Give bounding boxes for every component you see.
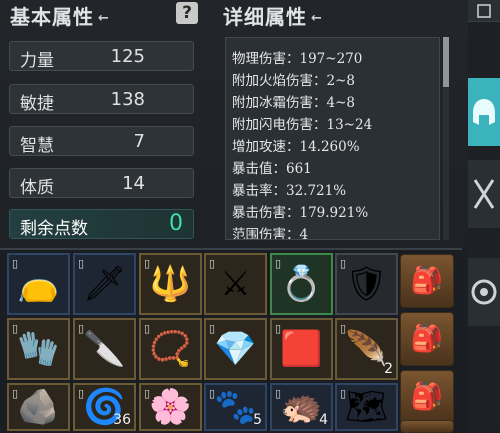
item-count: 2	[384, 361, 393, 377]
inventory-slot[interactable]: ▯ 🦔 4	[270, 383, 333, 431]
lock-icon: ▯	[144, 257, 151, 270]
inventory-slot[interactable]: ▯ 🗡	[73, 253, 136, 315]
detail-line: 物理伤害：197~270	[232, 51, 363, 67]
inventory-slot[interactable]: ▯ 💍	[270, 253, 333, 315]
lock-icon: ▯	[209, 387, 216, 400]
basic-attributes-title: 基本属性 ←	[10, 1, 110, 30]
remaining-points-value: 0	[169, 211, 183, 236]
stat-value: 138	[110, 89, 145, 110]
detail-scrollbar[interactable]	[443, 37, 449, 240]
help-button[interactable]: ?	[176, 2, 198, 24]
remaining-points-row: 剩余点数 0	[9, 209, 194, 239]
detail-line: 附加闪电伤害：13~24	[232, 117, 373, 133]
basic-attributes-arrow-icon: ←	[98, 11, 110, 26]
stat-row-constitution: 体质 14	[9, 168, 194, 198]
stat-label: 体质	[20, 178, 54, 198]
lock-icon: ▯	[209, 322, 216, 335]
gem-icon: 💎	[214, 329, 257, 369]
inventory-slot[interactable]: ▯ 📿	[139, 318, 202, 380]
bag-icon[interactable]	[400, 420, 454, 433]
remaining-points-label: 剩余点数	[20, 219, 88, 239]
detail-attributes-list[interactable]: 物理伤害：197~270 附加火焰伤害：2~8 附加冰霜伤害：4~8 附加闪电伤…	[225, 37, 440, 240]
detail-attributes-title-text: 详细属性	[223, 5, 307, 29]
detail-line: 增加攻速：14.260%	[232, 139, 360, 155]
lock-icon: ▯	[209, 257, 216, 270]
detail-line: 范围伤害：4	[232, 227, 309, 240]
lock-icon: ▯	[340, 322, 347, 335]
stat-value: 125	[110, 46, 145, 67]
stat-row-agility: 敏捷 138	[9, 84, 194, 114]
stat-label: 敏捷	[20, 94, 54, 114]
item-count: 4	[319, 412, 328, 428]
inventory-slot[interactable]: ▯ 🐾 5	[204, 383, 267, 431]
map-icon: 🗺	[344, 387, 389, 427]
ore-icon: 🪨	[17, 387, 60, 427]
inventory-slot[interactable]: ▯ 👝	[7, 253, 70, 315]
detail-line: 暴击率：32.721%	[232, 183, 347, 199]
lock-icon: ▯	[275, 322, 282, 335]
feather-icon: 🪶	[345, 329, 388, 369]
inventory-slot[interactable]: ▯ ⚔	[204, 253, 267, 315]
amulet-icon: 📿	[149, 329, 192, 369]
staff-icon: 🔱	[149, 264, 192, 304]
inventory-slot[interactable]: ▯ 🌸	[139, 383, 202, 431]
bag-icon[interactable]: 🎒	[400, 370, 454, 424]
detail-line: 暴击值：661	[232, 161, 312, 177]
inventory-slot[interactable]: ▯ 🪶 2	[335, 318, 398, 380]
lock-icon: ▯	[340, 257, 347, 270]
lock-icon: ▯	[78, 257, 85, 270]
detail-line: 附加火焰伤害：2~8	[232, 73, 355, 89]
inventory-slot[interactable]: ▯ 🗺	[335, 383, 398, 431]
inventory-slot[interactable]: ▯ 💎	[204, 318, 267, 380]
flower-icon: 🌸	[149, 387, 192, 427]
lock-icon: ▯	[78, 387, 85, 400]
close-icon[interactable]	[468, 0, 500, 22]
inventory-slot[interactable]: ▯ 🔪	[73, 318, 136, 380]
armor-icon: 🛡	[344, 264, 389, 304]
stat-label: 力量	[20, 51, 54, 71]
detail-attributes-arrow-icon: ←	[311, 11, 323, 26]
bag-icon[interactable]: 🎒	[400, 312, 454, 366]
basic-attributes-title-text: 基本属性	[10, 5, 94, 29]
dagger-icon: 🔪	[83, 329, 126, 369]
lock-icon: ▯	[78, 322, 85, 335]
claw-weapon-icon: ⚔	[220, 264, 251, 304]
item-count: 5	[253, 412, 262, 428]
lock-icon: ▯	[275, 257, 282, 270]
spear-icon: 🗡	[82, 264, 127, 304]
lock-icon: ▯	[12, 257, 19, 270]
detail-line: 附加冰霜伤害：4~8	[232, 95, 355, 111]
detail-attributes-title: 详细属性 ←	[223, 1, 323, 30]
hide-icon: 🦔	[280, 387, 323, 427]
detail-scroll-thumb[interactable]	[443, 37, 449, 87]
helmet-icon[interactable]	[468, 78, 500, 146]
stat-value: 14	[122, 173, 145, 194]
lock-icon: ▯	[275, 387, 282, 400]
stat-row-wisdom: 智慧 7	[9, 126, 194, 156]
stat-label: 智慧	[20, 136, 54, 156]
inventory-slot[interactable]: ▯ 🛡	[335, 253, 398, 315]
lock-icon: ▯	[144, 322, 151, 335]
stat-row-strength: 力量 125	[9, 41, 194, 71]
inventory-slot[interactable]: ▯ 🧤	[7, 318, 70, 380]
fur-icon: 🐾	[214, 387, 257, 427]
stat-value: 7	[133, 131, 145, 152]
inventory-slot[interactable]: ▯ 🔱	[139, 253, 202, 315]
lock-icon: ▯	[12, 387, 19, 400]
gauntlet-icon: 🧤	[17, 329, 60, 369]
lock-icon: ▯	[12, 322, 19, 335]
inventory-slot[interactable]: ▯ 🟥	[270, 318, 333, 380]
bag-icon[interactable]: 🎒	[400, 254, 454, 308]
pouch-icon: 👝	[17, 264, 60, 304]
item-count: 36	[113, 412, 131, 428]
settings-icon[interactable]	[468, 258, 500, 326]
ring-icon: 💍	[280, 264, 323, 304]
crossed-swords-icon[interactable]	[468, 160, 500, 228]
detail-line: 暴击伤害：179.921%	[232, 205, 369, 221]
red-scale-icon: 🟥	[280, 329, 323, 369]
lock-icon: ▯	[340, 387, 347, 400]
inventory-slot[interactable]: ▯ 🌀 36	[73, 383, 136, 431]
inventory-slot[interactable]: ▯ 🪨	[7, 383, 70, 431]
lock-icon: ▯	[144, 387, 151, 400]
